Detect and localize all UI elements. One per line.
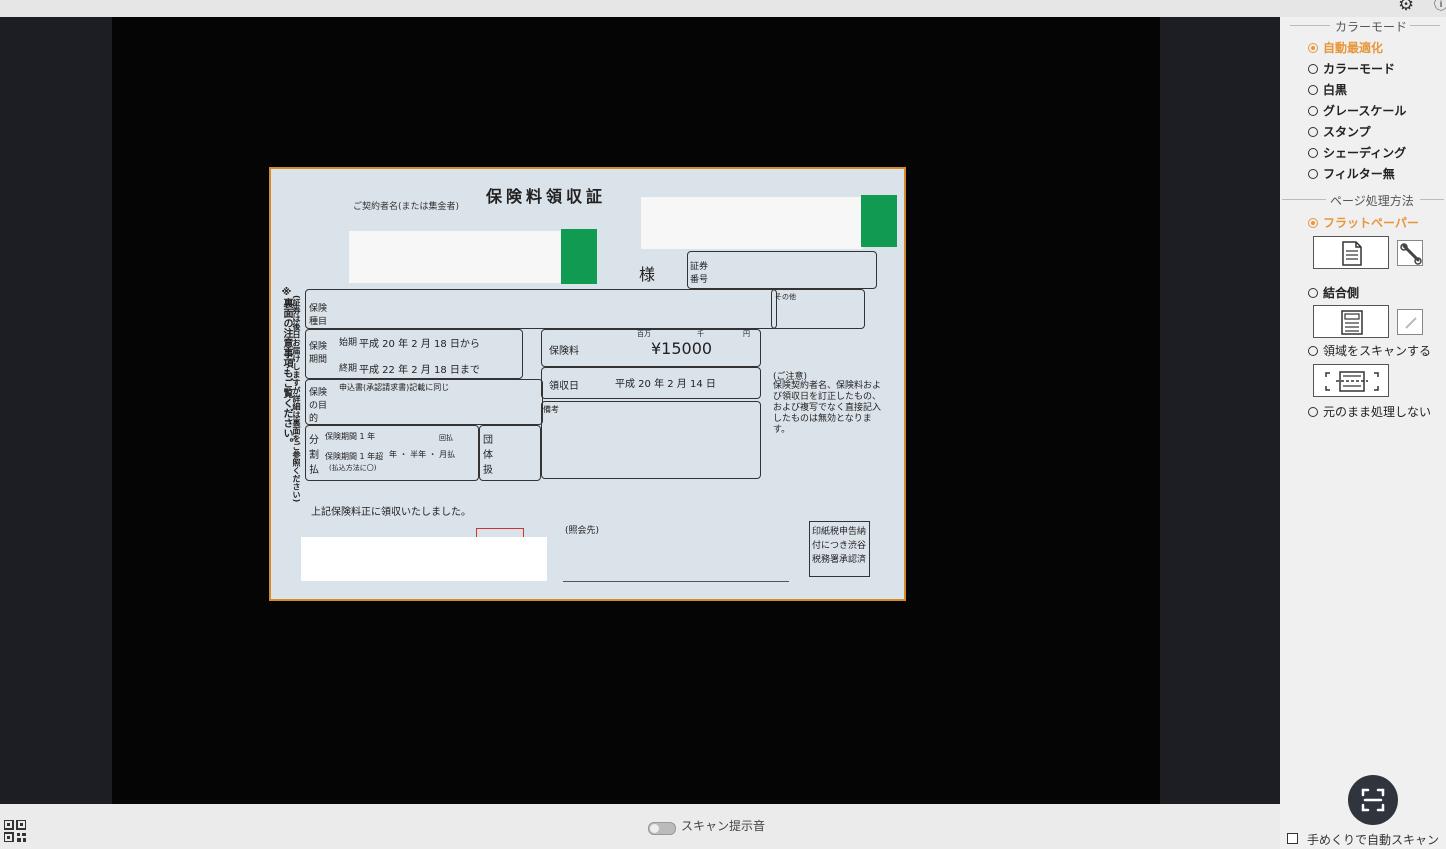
scan-sound-label: スキャン提示音 bbox=[681, 819, 766, 833]
radio-icon bbox=[1308, 407, 1318, 417]
tax-stamp-note: 印紙税申告納付につき渋谷税務署承認済 bbox=[809, 521, 870, 577]
green-marker bbox=[861, 195, 897, 247]
radio-icon bbox=[1308, 106, 1318, 116]
pencil-icon bbox=[1405, 317, 1417, 329]
binding-tool-button[interactable] bbox=[1397, 309, 1423, 335]
top-bar: ⚙ ⓘ bbox=[0, 0, 1446, 17]
radio-icon bbox=[1308, 85, 1318, 95]
premium-label: 保険料 bbox=[549, 346, 579, 357]
unit-million: 百万 bbox=[637, 330, 651, 338]
binding-icon bbox=[1341, 310, 1363, 335]
period-label: 保険期間 bbox=[309, 342, 328, 365]
scan-region-button[interactable] bbox=[1313, 364, 1389, 397]
certificate-label: 証券 bbox=[690, 262, 709, 272]
side-note-detail: (証券は後日お届けしますが詳細は裏面をご参照ください) bbox=[292, 295, 301, 503]
page-processing-section-header: ページ処理方法 bbox=[1280, 192, 1446, 208]
insurance-type-label: 保険種目 bbox=[309, 304, 328, 327]
times-label: 回払 bbox=[439, 434, 453, 442]
group-label: 団体扱 bbox=[483, 435, 493, 476]
end-date: 平成 22 年 2 月 18 日まで bbox=[359, 365, 480, 376]
page-icon bbox=[1342, 241, 1362, 266]
page-processing-heading: ページ処理方法 bbox=[1330, 194, 1414, 208]
scan-button[interactable] bbox=[1348, 775, 1398, 825]
radio-icon bbox=[1308, 288, 1318, 298]
wrench-icon bbox=[1400, 243, 1422, 265]
remarks-label: 備考 bbox=[543, 405, 559, 414]
purpose-note: 申込書(承認請求書)記載に同じ bbox=[339, 383, 450, 392]
end-label: 終期 bbox=[339, 364, 358, 374]
contract-name-label: ご契約者名(または集金者) bbox=[353, 202, 460, 212]
caution-body: 保険契約者名、保険料および領収日を訂正したもの、および複写でなく直接記入したもの… bbox=[773, 381, 882, 435]
redaction-block bbox=[301, 537, 547, 581]
unit-yen: 円 bbox=[743, 330, 750, 338]
period-over: 保険期間 1 年超 bbox=[325, 452, 384, 461]
radio-icon bbox=[1308, 127, 1318, 137]
gear-icon[interactable]: ⚙ bbox=[1398, 0, 1414, 15]
redaction-block bbox=[349, 231, 563, 283]
auto-scan-checkbox[interactable] bbox=[1287, 833, 1298, 844]
document-title: 保険料領収証 bbox=[486, 187, 607, 206]
green-marker bbox=[561, 229, 597, 284]
binding-button[interactable] bbox=[1313, 305, 1389, 338]
receipt-date-label: 領収日 bbox=[549, 381, 579, 392]
scan-bed: 保険料領収証 ご契約者名(または集金者) 様 証券 番号 ※裏面の注意事項もご覧… bbox=[112, 17, 1160, 804]
redaction-block bbox=[641, 197, 863, 249]
installment-label: 分割払 bbox=[309, 435, 319, 476]
bottom-bar: スキャン提示音 bbox=[0, 804, 1280, 849]
radio-icon bbox=[1308, 346, 1318, 356]
start-label: 始期 bbox=[339, 338, 358, 348]
remarks-box bbox=[541, 401, 761, 479]
payment-method: (払込方法に〇) bbox=[329, 464, 377, 472]
received-statement: 上記保険料正に領収いたしました。 bbox=[311, 507, 471, 518]
scanned-document[interactable]: 保険料領収証 ご契約者名(または集金者) 様 証券 番号 ※裏面の注意事項もご覧… bbox=[269, 167, 906, 601]
wrench-button[interactable] bbox=[1397, 240, 1423, 266]
receipt-date: 平成 20 年 2 月 14 日 bbox=[615, 379, 716, 390]
auto-scan-label: 手めくりで自動スキャン bbox=[1307, 833, 1440, 847]
contact-line bbox=[563, 581, 789, 582]
radio-icon bbox=[1308, 64, 1318, 74]
radio-icon bbox=[1308, 169, 1318, 179]
color-mode-heading: カラーモード bbox=[1335, 20, 1408, 34]
insurance-type-row bbox=[305, 289, 777, 329]
scan-region-icon bbox=[1325, 371, 1379, 392]
other-label: その他 bbox=[775, 293, 796, 301]
flat-paper-button[interactable] bbox=[1313, 236, 1389, 269]
honorific: 様 bbox=[639, 265, 656, 284]
settings-sidebar: カラーモード 自動最適化 カラーモード 白黒 グレースケール スタンプ シェーデ… bbox=[1280, 17, 1446, 849]
purpose-label: 保険の目的 bbox=[309, 388, 328, 424]
scan-sound-toggle[interactable] bbox=[648, 822, 676, 835]
premium-value: ¥15000 bbox=[651, 339, 713, 358]
scan-preview-area: 保険料領収証 ご契約者名(または集金者) 様 証券 番号 ※裏面の注意事項もご覧… bbox=[0, 17, 1280, 804]
contact-label: (照会先) bbox=[565, 526, 600, 536]
period-1y: 保険期間 1 年 bbox=[325, 432, 376, 441]
radio-icon bbox=[1308, 148, 1318, 158]
certificate-number-box bbox=[687, 251, 877, 289]
certificate-label-2: 番号 bbox=[690, 275, 709, 285]
yearly-options: 年 ・ 半年 ・ 月払 bbox=[389, 450, 456, 459]
scan-frame-icon bbox=[1361, 788, 1385, 812]
radio-icon bbox=[1308, 43, 1318, 53]
qr-code-icon[interactable] bbox=[4, 820, 26, 842]
radio-icon bbox=[1308, 218, 1318, 228]
info-icon[interactable]: ⓘ bbox=[1434, 0, 1446, 14]
color-mode-section-header: カラーモード bbox=[1280, 18, 1446, 34]
start-date: 平成 20 年 2 月 18 日から bbox=[359, 339, 480, 350]
unit-thousand: 千 bbox=[697, 330, 704, 338]
